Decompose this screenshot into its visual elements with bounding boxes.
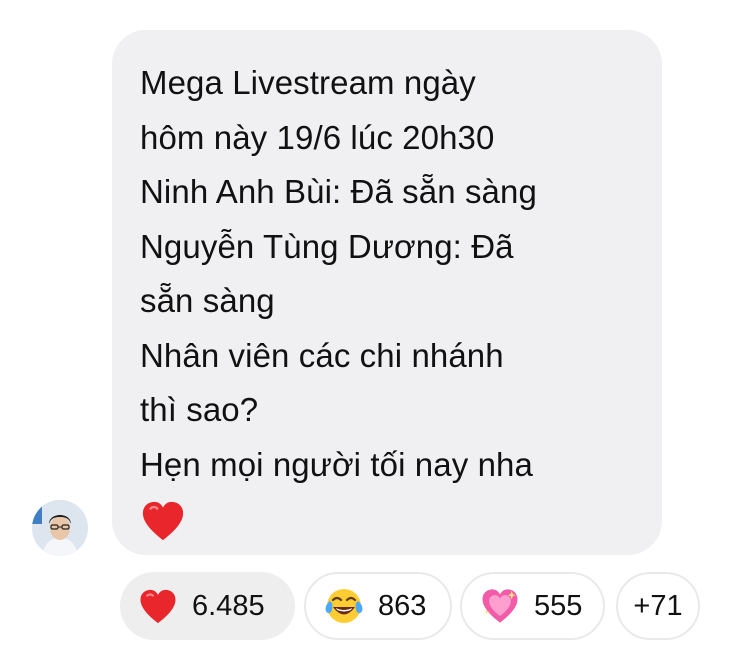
sparkling-heart-icon [482, 589, 518, 623]
message-line: thì sao? [140, 391, 259, 428]
message-line: Nguyễn Tùng Dương: Đã [140, 227, 514, 265]
message-line: Hẹn mọi người tối nay nha [140, 445, 533, 483]
tears-of-joy-icon [325, 589, 363, 623]
reaction-count: 6.485 [192, 589, 265, 622]
message-line: sẵn sàng [140, 282, 275, 319]
reaction-laugh[interactable]: 863 [304, 572, 452, 640]
sender-avatar[interactable] [32, 500, 88, 556]
reaction-sparkling-heart[interactable]: 555 [460, 572, 605, 640]
red-heart-icon [142, 501, 184, 541]
message-line: hôm này 19/6 lúc 20h30 [140, 118, 495, 156]
avatar-photo-icon [32, 500, 88, 556]
reaction-count: 555 [534, 589, 583, 622]
message-line: Nhân viên các chi nhánh [140, 336, 504, 374]
message-line: Mega Livestream ngày [140, 64, 476, 101]
reaction-count: 863 [378, 589, 427, 622]
red-heart-icon [140, 589, 176, 623]
message-line: Ninh Anh Bùi: Đã sẵn sàng [140, 173, 537, 210]
more-reactions-button[interactable]: +71 [616, 572, 700, 640]
message-bubble[interactable]: Mega Livestream ngày hôm này 19/6 lúc 20… [112, 30, 662, 555]
more-reactions-count: +71 [633, 589, 683, 622]
reaction-red-heart[interactable]: 6.485 [120, 572, 295, 640]
